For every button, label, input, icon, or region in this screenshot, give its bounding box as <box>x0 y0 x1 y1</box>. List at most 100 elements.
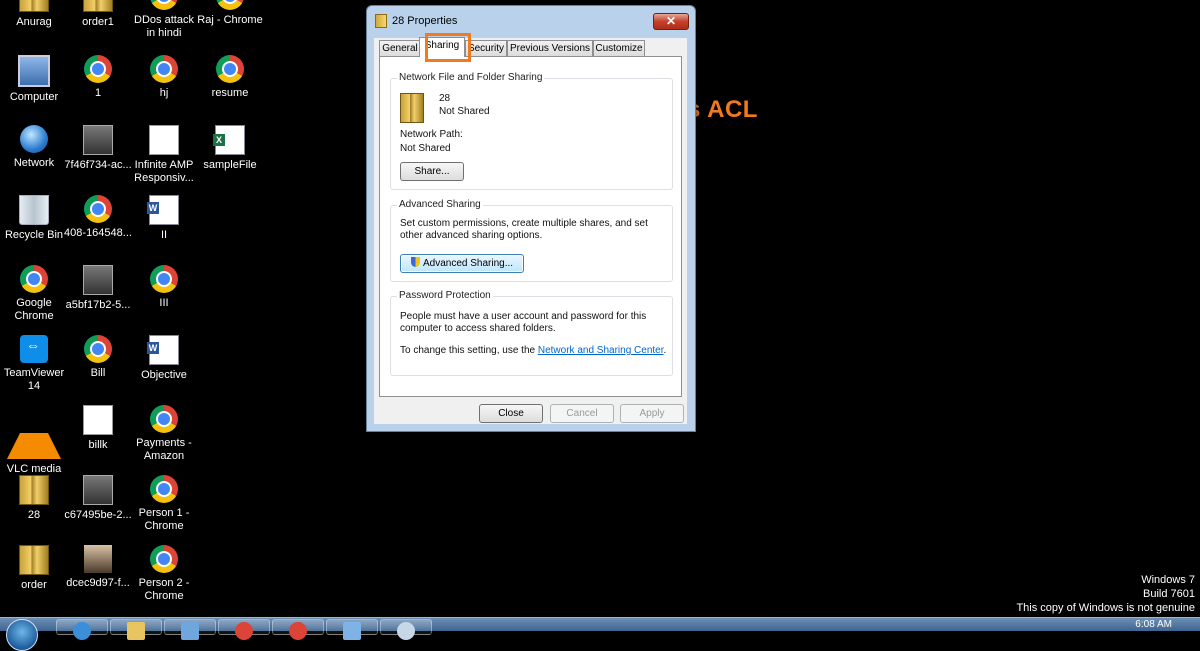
desktop-icon[interactable]: III <box>130 265 198 310</box>
taskbar-window-button[interactable] <box>326 619 378 640</box>
desktop-icon-label: Computer <box>9 91 59 103</box>
chrome-icon <box>20 265 48 293</box>
chrome-icon <box>216 55 244 83</box>
desktop-icon[interactable]: hj <box>130 55 198 100</box>
desktop-icon[interactable]: dcec9d97-f... <box>64 545 132 590</box>
taskbar-tool-button[interactable] <box>380 619 432 640</box>
change-setting-text: To change this setting, use the Network … <box>400 345 670 357</box>
recycle-bin-icon <box>19 195 49 225</box>
sharing-tab-highlight <box>425 33 471 62</box>
taskbar-ie-button[interactable] <box>56 619 108 640</box>
chrome-icon <box>84 55 112 83</box>
close-window-button[interactable]: ✕ <box>653 13 689 30</box>
tool-icon <box>397 622 415 640</box>
person-photo-icon <box>84 545 112 573</box>
network-sharing-center-link[interactable]: Network and Sharing Center <box>538 345 664 356</box>
desktop-icon[interactable]: 408-164548... <box>64 195 132 240</box>
apply-button[interactable]: Apply <box>620 404 684 423</box>
folder-name: 28 <box>439 93 451 104</box>
chrome-icon <box>235 622 253 640</box>
desktop-icon[interactable]: order1 <box>64 0 132 29</box>
desktop-icon[interactable]: Recycle Bin <box>0 195 68 242</box>
desktop-icon-label: TeamViewer 14 <box>3 367 65 392</box>
windows-build: Build 7601 <box>1143 588 1195 600</box>
advanced-sharing-description: Set custom permissions, create multiple … <box>400 218 648 241</box>
desktop-icon[interactable]: billk <box>64 405 132 452</box>
group-title: Network File and Folder Sharing <box>397 72 545 83</box>
cancel-button[interactable]: Cancel <box>550 404 614 423</box>
taskbar-chrome-button-1[interactable] <box>218 619 270 640</box>
tab-previous-versions[interactable]: Previous Versions <box>507 40 593 56</box>
desktop-icon[interactable]: Objective <box>130 335 198 382</box>
advanced-sharing-button-label: Advanced Sharing... <box>422 258 514 269</box>
desktop-icon-label: resume <box>211 87 249 99</box>
desktop-icon-label: sampleFile <box>203 159 257 171</box>
close-button[interactable]: Close <box>479 404 543 423</box>
advanced-sharing-button[interactable]: Advanced Sharing... <box>400 254 524 273</box>
password-protection-group: Password Protection People must have a u… <box>390 290 673 376</box>
folder-icon <box>19 545 49 575</box>
desktop-icon[interactable]: Google Chrome <box>0 265 68 323</box>
media-icon <box>181 622 199 640</box>
internet-explorer-icon <box>73 622 91 640</box>
tab-general[interactable]: General <box>379 40 421 56</box>
desktop-icon[interactable]: 1 <box>64 55 132 100</box>
desktop-icon[interactable]: Bill <box>64 335 132 380</box>
desktop-icon[interactable]: sampleFile <box>196 125 264 172</box>
folder-icon <box>19 475 49 505</box>
photo-icon <box>83 265 113 295</box>
desktop-icon[interactable]: resume <box>196 55 264 100</box>
chrome-icon <box>289 622 307 640</box>
folder-icon <box>400 93 424 123</box>
desktop-icon-label: Infinite AMP Responsiv... <box>134 159 194 184</box>
desktop-icon[interactable]: Anurag <box>0 0 68 29</box>
password-protection-description: People must have a user account and pass… <box>400 311 647 334</box>
desktop-icon[interactable]: Infinite AMP Responsiv... <box>130 125 198 185</box>
desktop-icon[interactable]: Payments - Amazon <box>130 405 198 463</box>
network-path-label: Network Path: <box>400 129 463 140</box>
desktop-icon[interactable]: Computer <box>0 55 68 104</box>
desktop-icon[interactable]: 28 <box>0 475 68 522</box>
taskbar: 6:08 AM <box>0 617 1200 651</box>
vlc-icon <box>7 405 61 459</box>
chrome-icon <box>84 195 112 223</box>
taskbar-chrome-button-2[interactable] <box>272 619 324 640</box>
desktop-icon[interactable]: Person 2 - Chrome <box>130 545 198 603</box>
photo-icon <box>83 125 113 155</box>
chrome-icon <box>84 335 112 363</box>
taskbar-explorer-button[interactable] <box>110 619 162 640</box>
share-button[interactable]: Share... <box>400 162 464 181</box>
word-icon <box>147 335 179 365</box>
chrome-icon <box>150 475 178 503</box>
desktop-icon-label: II <box>160 229 168 241</box>
desktop-icon[interactable]: a5bf17b2-5... <box>64 265 132 312</box>
dialog-title: 28 Properties <box>392 15 458 27</box>
dialog-titlebar[interactable]: 28 Properties ✕ <box>367 6 695 32</box>
desktop-icon[interactable]: Person 1 - Chrome <box>130 475 198 533</box>
start-button[interactable] <box>6 619 38 651</box>
windows-version: Windows 7 <box>1141 574 1195 586</box>
chrome-icon <box>150 265 178 293</box>
desktop-icon[interactable]: DDos attack in hindi <box>130 0 198 40</box>
advanced-sharing-group: Advanced Sharing Set custom permissions,… <box>390 199 673 282</box>
desktop-icon[interactable]: c67495be-2... <box>64 475 132 522</box>
sharing-panel: Network File and Folder Sharing 28 Not S… <box>379 56 682 397</box>
desktop-icon[interactable]: TeamViewer 14 <box>0 335 68 393</box>
taskbar-clock: 6:08 AM <box>1135 619 1172 630</box>
desktop-icon-label: Google Chrome <box>14 297 54 322</box>
share-status: Not Shared <box>439 106 490 117</box>
desktop-icon-label: order1 <box>82 16 114 28</box>
tab-security[interactable]: Security <box>465 40 507 56</box>
desktop-icon[interactable]: order <box>0 545 68 592</box>
desktop-icon[interactable]: II <box>130 195 198 242</box>
desktop-icon-label: 1 <box>94 87 102 99</box>
desktop-icon[interactable]: Raj - Chrome <box>196 0 264 27</box>
tab-customize[interactable]: Customize <box>593 40 645 56</box>
desktop-icon[interactable]: Network <box>0 125 68 170</box>
group-title: Password Protection <box>397 290 493 301</box>
desktop-icon[interactable]: 7f46f734-ac... <box>64 125 132 172</box>
desktop-icon-label: 408-164548... <box>64 227 132 239</box>
chrome-icon <box>150 405 178 433</box>
desktop-icon-label: Objective <box>141 369 187 381</box>
taskbar-media-button[interactable] <box>164 619 216 640</box>
